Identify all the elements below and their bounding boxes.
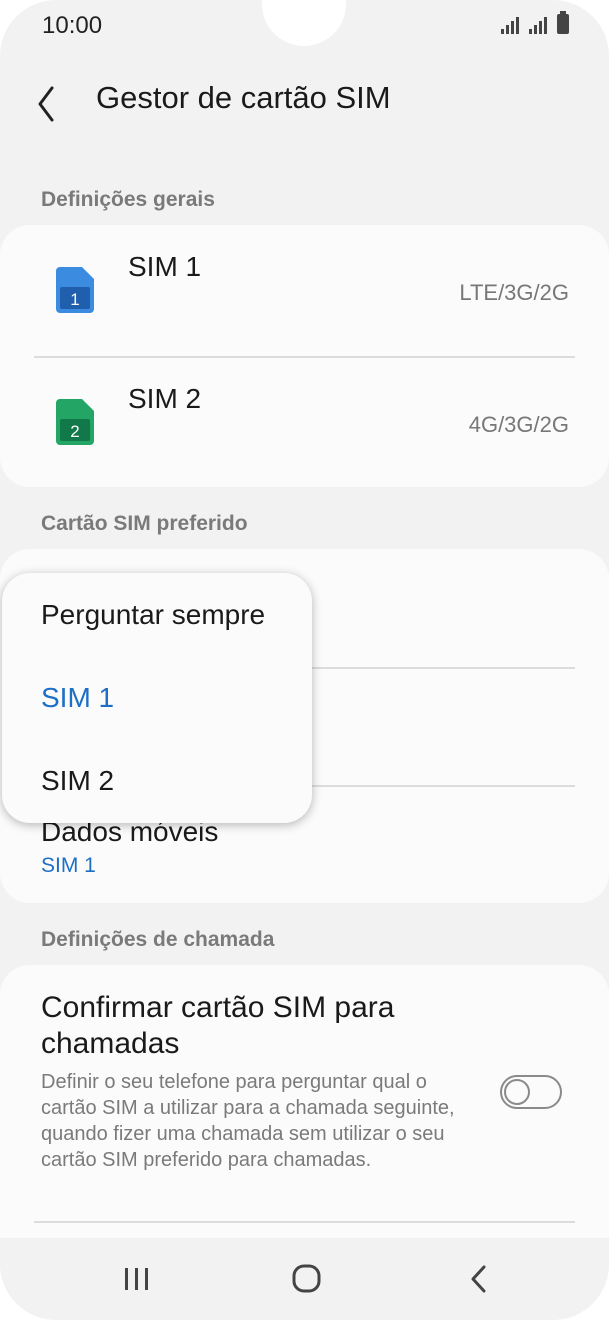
sim-list-card: 1 SIM 1 LTE/3G/2G 2 SIM 2 4G/3G/2G xyxy=(0,225,609,487)
confirm-sim-title[interactable]: Confirmar cartão SIM para chamadas xyxy=(41,990,461,1062)
sim-network: 4G/3G/2G xyxy=(468,412,569,437)
phone-screen: 10:00 Gestor de cartão SIM Definições ge… xyxy=(0,0,609,1320)
sim-card-icon: 2 xyxy=(56,399,94,445)
dropdown-option-ask-always[interactable]: Perguntar sempre xyxy=(41,599,265,631)
confirm-sim-toggle[interactable] xyxy=(500,1075,562,1109)
sim-row-1[interactable]: 1 SIM 1 LTE/3G/2G xyxy=(0,225,609,355)
page-title: Gestor de cartão SIM xyxy=(96,80,391,115)
navigation-bar xyxy=(0,1238,609,1320)
section-header-call: Definições de chamada xyxy=(41,928,275,951)
sim-select-dropdown: Perguntar sempre SIM 1 SIM 2 xyxy=(2,573,312,823)
sim-network: LTE/3G/2G xyxy=(459,280,569,305)
sim-card-icon: 1 xyxy=(56,267,94,313)
mobile-data-value: SIM 1 xyxy=(41,854,96,877)
sim-number: 1 xyxy=(70,290,79,309)
confirm-sim-description: Definir o seu telefone para perguntar qu… xyxy=(41,1071,455,1171)
recents-icon xyxy=(125,1268,148,1290)
status-icons xyxy=(501,11,569,34)
signal-icon xyxy=(501,14,519,34)
home-icon xyxy=(292,1264,321,1293)
home-button[interactable] xyxy=(276,1254,336,1304)
nav-back-button[interactable] xyxy=(447,1254,507,1304)
sim-name: SIM 1 xyxy=(128,251,202,282)
toggle-knob xyxy=(504,1079,530,1105)
section-header-preferred: Cartão SIM preferido xyxy=(41,512,248,535)
sim-name: SIM 2 xyxy=(128,383,202,414)
sim-row-2[interactable]: 2 SIM 2 4G/3G/2G xyxy=(0,357,609,487)
section-header-general: Definições gerais xyxy=(41,188,215,211)
back-icon xyxy=(471,1265,486,1293)
chevron-left-icon xyxy=(38,86,54,122)
signal-icon xyxy=(529,14,547,34)
status-time: 10:00 xyxy=(42,12,103,39)
back-button[interactable] xyxy=(30,78,66,122)
divider xyxy=(34,1221,575,1223)
battery-icon xyxy=(557,11,569,34)
dropdown-option-sim1[interactable]: SIM 1 xyxy=(41,682,114,714)
app-bar: Gestor de cartão SIM xyxy=(0,70,609,130)
dropdown-option-sim2[interactable]: SIM 2 xyxy=(41,765,114,797)
sim-number: 2 xyxy=(70,422,79,441)
recents-button[interactable] xyxy=(107,1254,167,1304)
status-bar: 10:00 xyxy=(0,0,609,52)
